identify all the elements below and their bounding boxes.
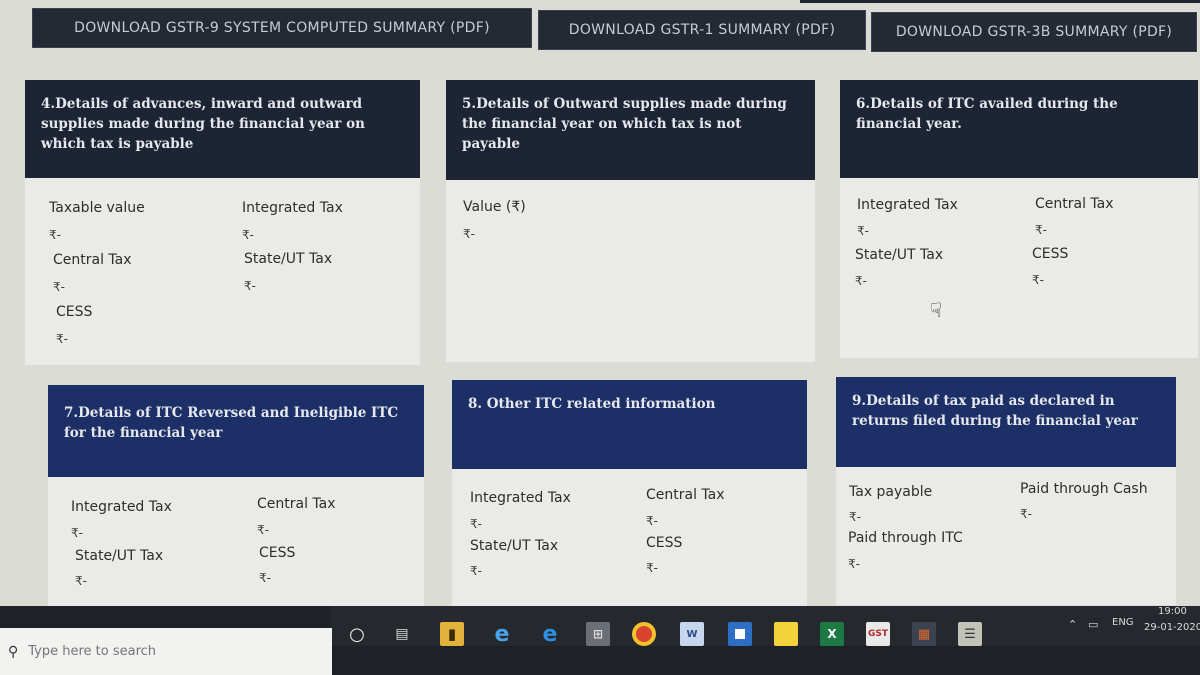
network-icon[interactable]: ▭	[1088, 618, 1098, 631]
edge-icon[interactable]: e	[538, 622, 562, 647]
card-5-outward-not-payable[interactable]: 5.Details of Outward supplies made durin…	[446, 80, 815, 362]
taskbar-search[interactable]: ⚲	[0, 628, 332, 675]
gst-annual-return-page: DOWNLOAD GSTR-9 SYSTEM COMPUTED SUMMARY …	[0, 0, 1200, 675]
task-view-icon[interactable]: ▤	[390, 622, 414, 646]
download-gstr9-button[interactable]: DOWNLOAD GSTR-9 SYSTEM COMPUTED SUMMARY …	[32, 8, 532, 48]
word-icon[interactable]: W	[680, 622, 704, 646]
cess-amount: ₹-	[1032, 273, 1044, 287]
integrated-tax-amount: ₹-	[242, 228, 254, 242]
cess-label: CESS	[1032, 246, 1069, 262]
central-tax-label: Central Tax	[53, 252, 132, 268]
clock-date[interactable]: 29-01-2020	[1144, 622, 1200, 633]
central-tax-label: Central Tax	[1035, 196, 1114, 212]
cess-amount: ₹-	[646, 561, 658, 575]
card-9-tax-paid[interactable]: 9.Details of tax paid as declared in ret…	[836, 377, 1176, 605]
ie-icon[interactable]: e	[490, 622, 514, 647]
central-tax-amount: ₹-	[257, 523, 269, 537]
card-5-title: 5.Details of Outward supplies made durin…	[446, 80, 815, 180]
card-8-other-itc[interactable]: 8. Other ITC related information Integra…	[452, 380, 807, 610]
clock-time[interactable]: 19:00	[1158, 606, 1187, 617]
state-ut-tax-amount: ₹-	[470, 564, 482, 578]
top-border-line	[800, 0, 1200, 3]
central-tax-label: Central Tax	[257, 496, 336, 512]
integrated-tax-amount: ₹-	[71, 526, 83, 540]
card-7-title: 7.Details of ITC Reversed and Ineligible…	[48, 385, 424, 477]
reader-icon[interactable]: ☰	[958, 622, 982, 646]
download-gstr1-button[interactable]: DOWNLOAD GSTR-1 SUMMARY (PDF)	[538, 10, 866, 50]
card-4-advances-inward-outward[interactable]: 4.Details of advances, inward and outwar…	[25, 80, 420, 365]
search-icon: ⚲	[8, 643, 19, 660]
chrome-icon[interactable]	[632, 622, 656, 646]
language-indicator[interactable]: ENG	[1112, 617, 1134, 628]
hand-cursor-icon: ☟	[930, 298, 943, 322]
card-6-title: 6.Details of ITC availed during the fina…	[840, 80, 1198, 178]
state-ut-tax-amount: ₹-	[75, 574, 87, 588]
state-ut-tax-label: State/UT Tax	[470, 538, 559, 554]
card-8-title: 8. Other ITC related information	[452, 380, 807, 469]
value-label: Value (₹)	[463, 199, 526, 215]
state-ut-tax-label: State/UT Tax	[244, 251, 333, 267]
calculator-icon[interactable]: ⊞	[586, 622, 610, 646]
tax-payable-label: Tax payable	[849, 484, 933, 500]
taxable-value-amount: ₹-	[49, 228, 61, 242]
chevron-up-icon[interactable]: ⌃	[1068, 618, 1077, 631]
integrated-tax-amount: ₹-	[857, 224, 869, 238]
integrated-tax-amount: ₹-	[470, 517, 482, 531]
sticky-notes-icon[interactable]	[774, 622, 798, 646]
card-6-itc-availed[interactable]: 6.Details of ITC availed during the fina…	[840, 80, 1198, 358]
search-input[interactable]	[28, 644, 309, 659]
cess-amount: ₹-	[56, 332, 68, 346]
central-tax-label: Central Tax	[646, 487, 725, 503]
download-gstr3b-button[interactable]: DOWNLOAD GSTR-3B SUMMARY (PDF)	[871, 12, 1197, 52]
central-tax-amount: ₹-	[1035, 223, 1047, 237]
app-icon[interactable]	[728, 622, 752, 646]
cess-label: CESS	[646, 535, 683, 551]
state-ut-tax-label: State/UT Tax	[855, 247, 944, 263]
paid-through-cash-amount: ₹-	[1020, 507, 1032, 521]
integrated-tax-label: Integrated Tax	[242, 200, 343, 216]
card-4-title: 4.Details of advances, inward and outwar…	[25, 80, 420, 178]
state-ut-tax-amount: ₹-	[244, 279, 256, 293]
excel-icon[interactable]: X	[820, 622, 844, 646]
card-9-title: 9.Details of tax paid as declared in ret…	[836, 377, 1176, 467]
gst-app-icon[interactable]: GST	[866, 622, 890, 646]
integrated-tax-label: Integrated Tax	[470, 490, 571, 506]
value-amount: ₹-	[463, 227, 475, 241]
state-ut-tax-amount: ₹-	[855, 274, 867, 288]
central-tax-amount: ₹-	[53, 280, 65, 294]
file-explorer-icon[interactable]: ▮	[440, 622, 464, 646]
cortana-icon[interactable]: ○	[345, 622, 369, 646]
cess-label: CESS	[56, 304, 93, 320]
tax-payable-amount: ₹-	[849, 510, 861, 524]
cess-label: CESS	[259, 545, 296, 561]
central-tax-amount: ₹-	[646, 514, 658, 528]
state-ut-tax-label: State/UT Tax	[75, 548, 164, 564]
store-icon[interactable]: ▦	[912, 622, 936, 646]
integrated-tax-label: Integrated Tax	[857, 197, 958, 213]
taxable-value-label: Taxable value	[49, 200, 145, 216]
integrated-tax-label: Integrated Tax	[71, 499, 172, 515]
paid-through-itc-label: Paid through ITC	[848, 530, 963, 546]
card-7-itc-reversed[interactable]: 7.Details of ITC Reversed and Ineligible…	[48, 385, 424, 615]
cess-amount: ₹-	[259, 571, 271, 585]
paid-through-itc-amount: ₹-	[848, 557, 860, 571]
paid-through-cash-label: Paid through Cash	[1020, 481, 1148, 497]
